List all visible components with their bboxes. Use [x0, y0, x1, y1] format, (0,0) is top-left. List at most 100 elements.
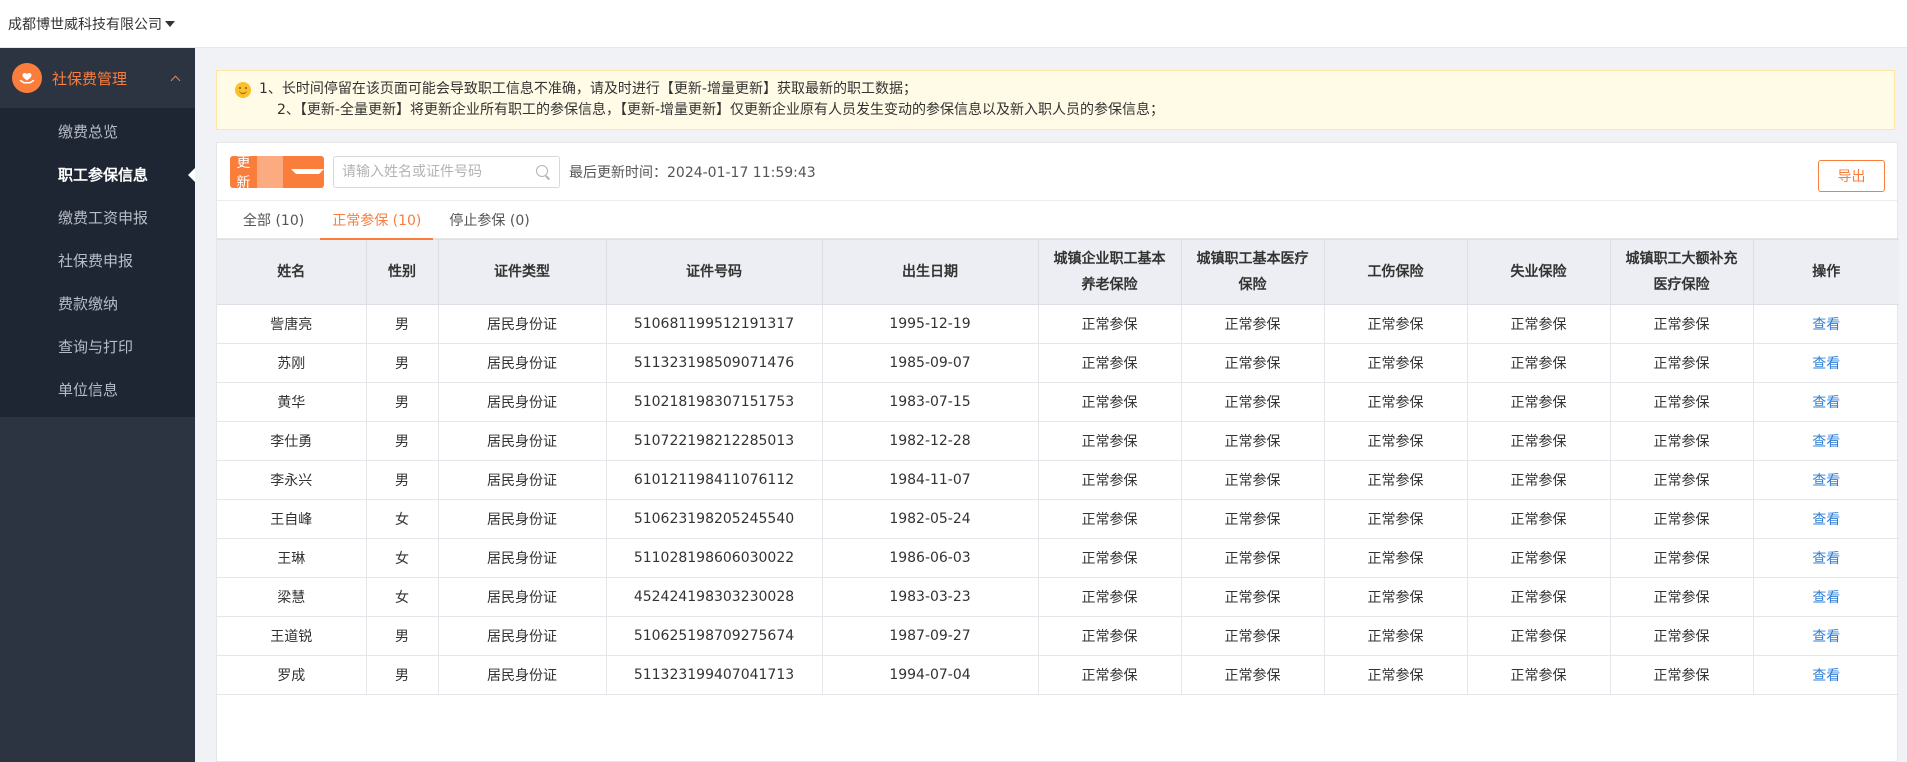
cell-gender: 女	[365, 577, 439, 617]
cell-id-number: 510625198709275674	[605, 616, 823, 656]
cell-name: 苏刚	[217, 343, 367, 383]
cell-medical-status: 正常参保	[1180, 577, 1325, 617]
cell-name: 訾唐亮	[217, 304, 367, 344]
view-link[interactable]: 查看	[1752, 616, 1899, 656]
cell-name: 李仕勇	[217, 421, 367, 461]
sidebar-item-label: 缴费工资申报	[58, 209, 149, 227]
toolbar: 更新 最后更新时间：2024-01-17 11:59:43 导出	[217, 143, 1897, 201]
search-input[interactable]	[342, 163, 535, 180]
cell-birth-date: 1994-07-04	[821, 655, 1039, 695]
cell-medical-status: 正常参保	[1180, 616, 1325, 656]
cell-gender: 男	[365, 421, 439, 461]
sidebar-item-fee-payment[interactable]: 费款缴纳	[0, 282, 195, 325]
cell-birth-date: 1985-09-07	[821, 343, 1039, 383]
cell-supplementary-medical-status: 正常参保	[1609, 421, 1754, 461]
cell-medical-status: 正常参保	[1180, 304, 1325, 344]
cell-unemployment-status: 正常参保	[1466, 421, 1611, 461]
cell-pension-status: 正常参保	[1037, 343, 1182, 383]
header-id-type: 证件类型	[437, 239, 607, 305]
cell-gender: 女	[365, 499, 439, 539]
sidebar-item-insurance-declaration[interactable]: 社保费申报	[0, 239, 195, 282]
cell-id-number: 510218198307151753	[605, 382, 823, 422]
cell-gender: 男	[365, 460, 439, 500]
cell-birth-date: 1995-12-19	[821, 304, 1039, 344]
cell-id-type: 居民身份证	[437, 460, 607, 500]
notice-line-1: 1、长时间停留在该页面可能会导致职工信息不准确，请及时进行【更新-增量更新】获取…	[235, 79, 1894, 100]
cell-pension-status: 正常参保	[1037, 538, 1182, 578]
header-unemployment: 失业保险	[1466, 239, 1611, 305]
cell-supplementary-medical-status: 正常参保	[1609, 460, 1754, 500]
cell-supplementary-medical-status: 正常参保	[1609, 382, 1754, 422]
table-row: 王自峰女居民身份证 510623198205245540 1982-05-24 正常参…	[217, 499, 1899, 539]
table-body: 訾唐亮男居民身份证 510681199512191317 1995-12-19 正常参…	[217, 304, 1899, 695]
table-row: 訾唐亮男居民身份证 510681199512191317 1995-12-19 正常参…	[217, 304, 1899, 344]
cell-work-injury-status: 正常参保	[1323, 421, 1468, 461]
view-link[interactable]: 查看	[1752, 421, 1899, 461]
status-tabs: 全部 (10) 正常参保 (10) 停止参保 (0)	[217, 201, 1897, 240]
header-birth-date: 出生日期	[821, 239, 1039, 305]
table-row: 黄华男居民身份证 510218198307151753 1983-07-15 正常参保…	[217, 382, 1899, 422]
company-switcher[interactable]: 成都博世威科技有限公司	[8, 14, 175, 34]
cell-medical-status: 正常参保	[1180, 421, 1325, 461]
export-button[interactable]: 导出	[1818, 160, 1885, 192]
cell-gender: 女	[365, 538, 439, 578]
cell-name: 罗成	[217, 655, 367, 695]
table-row: 李永兴男居民身份证 610121198411076112 1984-11-07 正常参…	[217, 460, 1899, 500]
view-link[interactable]: 查看	[1752, 499, 1899, 539]
cell-medical-status: 正常参保	[1180, 538, 1325, 578]
sidebar-item-query-print[interactable]: 查询与打印	[0, 325, 195, 368]
cell-gender: 男	[365, 304, 439, 344]
view-link[interactable]: 查看	[1752, 577, 1899, 617]
cell-work-injury-status: 正常参保	[1323, 577, 1468, 617]
company-name: 成都博世威科技有限公司	[8, 16, 162, 33]
view-link[interactable]: 查看	[1752, 343, 1899, 383]
tab-normal-insured[interactable]: 正常参保 (10)	[320, 201, 434, 240]
cell-birth-date: 1982-12-28	[821, 421, 1039, 461]
cell-supplementary-medical-status: 正常参保	[1609, 616, 1754, 656]
view-link[interactable]: 查看	[1752, 304, 1899, 344]
header-work-injury: 工伤保险	[1323, 239, 1468, 305]
table-header: 姓名 性别 证件类型 证件号码 出生日期 城镇企业职工基本 养老保险 城镇职工基本医疗 保险 工伤…	[217, 239, 1899, 305]
update-button[interactable]: 更新	[230, 155, 325, 191]
caret-down-icon[interactable]	[291, 169, 325, 174]
cell-unemployment-status: 正常参保	[1466, 577, 1611, 617]
cell-unemployment-status: 正常参保	[1466, 538, 1611, 578]
tab-stopped-insured[interactable]: 停止参保 (0)	[437, 201, 541, 239]
cell-unemployment-status: 正常参保	[1466, 655, 1611, 695]
cell-pension-status: 正常参保	[1037, 460, 1182, 500]
cell-id-type: 居民身份证	[437, 421, 607, 461]
view-link[interactable]: 查看	[1752, 460, 1899, 500]
heart-hand-icon	[12, 63, 42, 93]
cell-id-number: 510681199512191317	[605, 304, 823, 344]
header-supplementary-medical: 城镇职工大额补充 医疗保险	[1609, 239, 1754, 305]
cell-pension-status: 正常参保	[1037, 499, 1182, 539]
sidebar-item-payment-overview[interactable]: 缴费总览	[0, 110, 195, 153]
header-pension: 城镇企业职工基本 养老保险	[1037, 239, 1182, 305]
cell-id-type: 居民身份证	[437, 343, 607, 383]
employee-panel: 更新 最后更新时间：2024-01-17 11:59:43 导出 全部 (10)…	[216, 142, 1899, 762]
cell-work-injury-status: 正常参保	[1323, 538, 1468, 578]
cell-id-type: 居民身份证	[437, 499, 607, 539]
search-icon[interactable]	[535, 164, 551, 180]
view-link[interactable]: 查看	[1752, 538, 1899, 578]
cell-supplementary-medical-status: 正常参保	[1609, 304, 1754, 344]
sidebar-group-social-insurance[interactable]: 社保费管理	[0, 48, 195, 108]
cell-pension-status: 正常参保	[1037, 382, 1182, 422]
view-link[interactable]: 查看	[1752, 655, 1899, 695]
cell-birth-date: 1986-06-03	[821, 538, 1039, 578]
header-action: 操作	[1752, 239, 1899, 305]
cell-gender: 男	[365, 343, 439, 383]
table-row: 王道锐男居民身份证 510625198709275674 1987-09-27 正常参…	[217, 616, 1899, 656]
cell-medical-status: 正常参保	[1180, 382, 1325, 422]
cell-unemployment-status: 正常参保	[1466, 304, 1611, 344]
sidebar-item-employee-insurance-info[interactable]: 职工参保信息	[0, 153, 195, 196]
cell-pension-status: 正常参保	[1037, 655, 1182, 695]
sidebar-item-wage-declaration[interactable]: 缴费工资申报	[0, 196, 195, 239]
view-link[interactable]: 查看	[1752, 382, 1899, 422]
cell-supplementary-medical-status: 正常参保	[1609, 538, 1754, 578]
sidebar-item-company-info[interactable]: 单位信息	[0, 368, 195, 411]
cell-id-type: 居民身份证	[437, 616, 607, 656]
cell-birth-date: 1982-05-24	[821, 499, 1039, 539]
tab-all[interactable]: 全部 (10)	[231, 201, 316, 239]
cell-birth-date: 1984-11-07	[821, 460, 1039, 500]
